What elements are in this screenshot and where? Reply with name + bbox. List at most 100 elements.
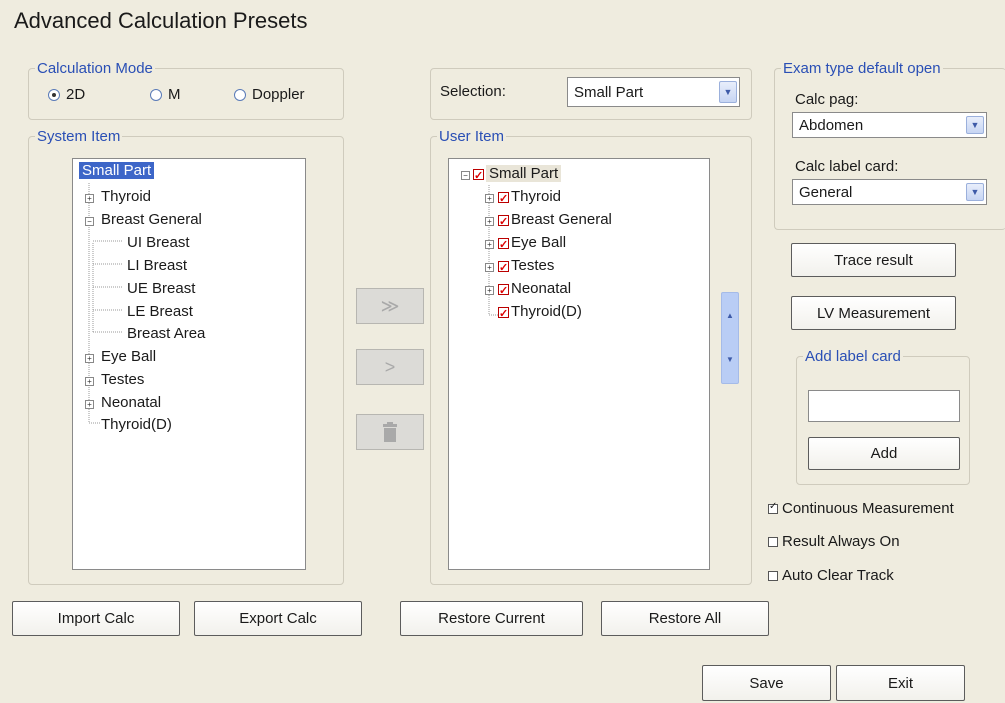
page-title: Advanced Calculation Presets xyxy=(14,8,308,33)
user-tree-item-thyroid[interactable]: Thyroid xyxy=(498,187,562,209)
user-item-legend: User Item xyxy=(439,128,505,145)
tree-item-neonatal[interactable]: Neonatal xyxy=(101,393,161,413)
continuous-measurement-option[interactable]: Continuous Measurement xyxy=(768,500,954,517)
tree-item-breast-general[interactable]: Breast General xyxy=(101,210,202,230)
expand-plus-icon[interactable]: + xyxy=(485,240,494,249)
delete-button[interactable] xyxy=(356,414,424,450)
checked-checkbox-icon[interactable] xyxy=(473,166,484,186)
auto-clear-track-option[interactable]: Auto Clear Track xyxy=(768,567,894,584)
add-all-label: ≫ xyxy=(380,295,400,316)
mode-2d-radio[interactable]: 2D xyxy=(48,86,85,103)
tree-item-label: Eye Ball xyxy=(511,234,567,251)
restore-current-button[interactable]: Restore Current xyxy=(400,601,583,636)
user-tree-item-breast-general[interactable]: Breast General xyxy=(498,210,612,232)
add-one-button[interactable]: > xyxy=(356,349,424,385)
unchecked-checkbox-icon[interactable] xyxy=(768,537,778,548)
checked-checkbox-icon[interactable] xyxy=(768,501,778,515)
scroll-down-icon[interactable]: ▼ xyxy=(726,355,734,364)
radio-unselected-icon xyxy=(150,88,162,101)
tree-item-small-part[interactable]: Small Part xyxy=(79,161,155,181)
tree-item-ue-breast[interactable]: UE Breast xyxy=(127,279,195,299)
system-item-tree[interactable]: Small Part + Thyroid − Breast General UI… xyxy=(72,158,306,570)
calc-label-card-value: General xyxy=(799,183,853,201)
scroll-up-icon[interactable]: ▲ xyxy=(726,311,734,320)
add-all-button[interactable]: ≫ xyxy=(356,288,424,324)
add-label-card-legend: Add label card xyxy=(805,348,901,365)
expand-plus-icon[interactable]: + xyxy=(485,286,494,295)
tree-item-label: Small Part xyxy=(79,162,155,179)
add-button[interactable]: Add xyxy=(808,437,960,470)
calc-label-card-label: Calc label card: xyxy=(795,158,899,175)
checked-checkbox-icon[interactable] xyxy=(498,281,509,301)
checked-checkbox-icon[interactable] xyxy=(498,304,509,324)
save-button[interactable]: Save xyxy=(702,665,831,701)
chevron-down-icon: ▼ xyxy=(966,116,984,134)
collapse-minus-icon[interactable]: − xyxy=(461,171,470,180)
mode-m-label: M xyxy=(168,86,181,103)
chevron-down-icon: ▼ xyxy=(966,183,984,201)
result-always-on-option[interactable]: Result Always On xyxy=(768,533,900,550)
chevron-down-icon: ▼ xyxy=(719,81,737,103)
expand-plus-icon[interactable]: + xyxy=(85,194,94,203)
expand-plus-icon[interactable]: + xyxy=(485,194,494,203)
system-item-legend: System Item xyxy=(37,128,121,145)
calc-page-dropdown[interactable]: Abdomen ▼ xyxy=(792,112,987,138)
calc-page-label: Calc pag: xyxy=(795,91,859,108)
mode-2d-label: 2D xyxy=(66,86,86,103)
mode-doppler-label: Doppler xyxy=(252,86,305,103)
exam-default-legend: Exam type default open xyxy=(783,60,941,77)
user-tree-item-neonatal[interactable]: Neonatal xyxy=(498,279,572,301)
selection-label: Selection: xyxy=(440,83,506,100)
tree-item-label: Neonatal xyxy=(511,280,572,297)
tree-item-label: Thyroid xyxy=(511,188,562,205)
user-item-tree[interactable]: − Small Part + Thyroid + Breast General … xyxy=(448,158,710,570)
expand-plus-icon[interactable]: + xyxy=(485,217,494,226)
tree-item-li-breast[interactable]: LI Breast xyxy=(127,256,187,276)
collapse-minus-icon[interactable]: − xyxy=(85,217,94,226)
mode-doppler-radio[interactable]: Doppler xyxy=(234,86,305,103)
export-calc-button[interactable]: Export Calc xyxy=(194,601,362,636)
import-calc-button[interactable]: Import Calc xyxy=(12,601,180,636)
tree-item-label: Small Part xyxy=(486,165,562,182)
radio-selected-icon xyxy=(48,88,60,101)
expand-plus-icon[interactable]: + xyxy=(485,263,494,272)
continuous-measurement-label: Continuous Measurement xyxy=(782,500,954,517)
unchecked-checkbox-icon[interactable] xyxy=(768,571,778,582)
expand-plus-icon[interactable]: + xyxy=(85,377,94,386)
calc-page-value: Abdomen xyxy=(799,116,864,134)
tree-item-le-breast[interactable]: LE Breast xyxy=(127,302,193,322)
calculation-mode-legend: Calculation Mode xyxy=(37,60,153,77)
tree-item-label: Testes xyxy=(511,257,555,274)
calc-label-card-dropdown[interactable]: General ▼ xyxy=(792,179,987,205)
tree-item-ui-breast[interactable]: UI Breast xyxy=(127,233,190,253)
selection-value: Small Part xyxy=(574,83,644,101)
tree-item-label: Breast General xyxy=(511,211,612,228)
expand-plus-icon[interactable]: + xyxy=(85,354,94,363)
user-tree-item-testes[interactable]: Testes xyxy=(498,256,555,278)
tree-item-label: Thyroid(D) xyxy=(511,303,582,320)
mode-m-radio[interactable]: M xyxy=(150,86,181,103)
tree-item-thyroid[interactable]: Thyroid xyxy=(101,187,151,207)
label-card-input[interactable] xyxy=(808,390,960,422)
auto-clear-track-label: Auto Clear Track xyxy=(782,567,894,584)
checked-checkbox-icon[interactable] xyxy=(498,258,509,278)
tree-item-eye-ball[interactable]: Eye Ball xyxy=(101,347,156,367)
checked-checkbox-icon[interactable] xyxy=(498,189,509,209)
exit-button[interactable]: Exit xyxy=(836,665,965,701)
checked-checkbox-icon[interactable] xyxy=(498,212,509,232)
restore-all-button[interactable]: Restore All xyxy=(601,601,769,636)
user-tree-item-eye-ball[interactable]: Eye Ball xyxy=(498,233,567,255)
lv-measurement-button[interactable]: LV Measurement xyxy=(791,296,956,330)
checked-checkbox-icon[interactable] xyxy=(498,235,509,255)
tree-item-thyroid-d[interactable]: Thyroid(D) xyxy=(101,415,172,435)
expand-plus-icon[interactable]: + xyxy=(85,400,94,409)
user-tree-item-thyroid-d[interactable]: Thyroid(D) xyxy=(498,302,582,324)
trace-result-button[interactable]: Trace result xyxy=(791,243,956,277)
user-item-scrollbar[interactable]: ▲ ▼ xyxy=(721,292,739,384)
user-tree-item-small-part[interactable]: Small Part xyxy=(473,164,562,186)
tree-item-breast-area[interactable]: Breast Area xyxy=(127,324,205,344)
add-one-label: > xyxy=(384,356,396,377)
tree-item-testes[interactable]: Testes xyxy=(101,370,144,390)
radio-unselected-icon xyxy=(234,88,246,101)
selection-dropdown[interactable]: Small Part ▼ xyxy=(567,77,740,107)
